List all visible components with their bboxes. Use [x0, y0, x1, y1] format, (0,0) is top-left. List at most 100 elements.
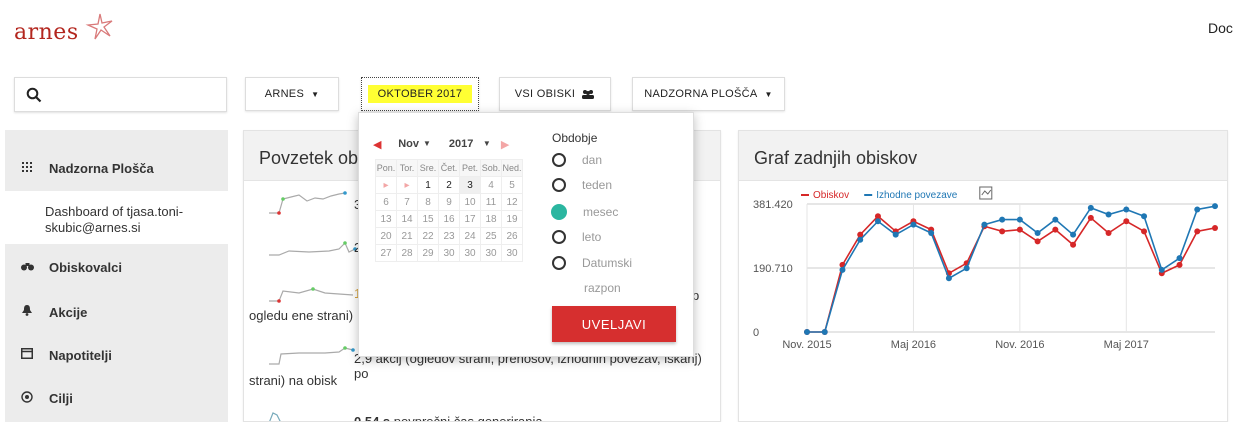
graph-card-title: Graf zadnjih obiskov	[739, 131, 1227, 181]
next-month-icon[interactable]: ▶	[501, 138, 509, 151]
month-caret-icon: ▼	[423, 139, 431, 148]
y-tick-label: 190.710	[753, 263, 793, 275]
data-point	[1123, 206, 1130, 213]
graph-card: Graf zadnjih obiskov 381.420 190.710 0 Nov.…	[738, 130, 1228, 422]
sidebar-item-label: Nadzorna Plošča	[49, 160, 154, 176]
sidebar-item-visitors[interactable]: Obiskovalci	[5, 257, 228, 277]
period-option-label: mesec	[583, 205, 619, 219]
data-point	[1123, 218, 1130, 225]
data-point	[839, 266, 846, 273]
legend-label: Izhodne povezave	[876, 190, 958, 201]
sidebar-item-dashboard[interactable]: Nadzorna Plošča	[5, 158, 228, 178]
x-tick-label: Maj 2016	[891, 339, 936, 351]
calendar-day[interactable]: ▸	[396, 176, 418, 194]
sidebar-item-label: Obiskovalci	[49, 259, 122, 275]
period-option-week[interactable]: teden	[552, 178, 612, 192]
data-point	[1176, 261, 1183, 268]
data-point	[857, 236, 864, 243]
calendar-day: 13	[375, 210, 397, 228]
calendar-day: 16	[438, 210, 460, 228]
grid-icon	[19, 161, 35, 175]
search-icon	[26, 87, 42, 103]
period-option-year[interactable]: leto	[552, 230, 601, 244]
data-point	[945, 275, 952, 282]
radio-icon	[552, 256, 566, 270]
sidebar-item-goals[interactable]: Cilji	[5, 388, 228, 408]
visits-chart[interactable]: 381.420 190.710 0 Nov. 2015 Maj 2016 Nov. 201…	[739, 182, 1229, 422]
data-point	[1034, 238, 1041, 245]
weekday-header: Ned.	[501, 159, 523, 177]
sparkline	[269, 346, 355, 365]
users-icon	[582, 90, 595, 99]
site-selector-button[interactable]: ARNES ▼	[245, 77, 339, 111]
period-option-day[interactable]: dan	[552, 153, 602, 167]
data-point	[1052, 216, 1059, 223]
data-point	[1194, 206, 1201, 213]
date-selector-button[interactable]: OKTOBER 2017	[361, 77, 479, 111]
data-point	[1158, 266, 1165, 273]
period-option-month[interactable]: mesec	[551, 204, 619, 220]
caret-down-icon: ▼	[764, 89, 773, 99]
legend-label: Obiskov	[813, 190, 849, 201]
weekday-header: Tor.	[396, 159, 418, 177]
x-tick-label: Nov. 2015	[782, 339, 831, 351]
user-menu[interactable]: Doc	[1208, 20, 1233, 36]
calendar-day: 30	[480, 244, 502, 262]
radio-icon	[552, 178, 566, 192]
calendar-day: 18	[480, 210, 502, 228]
segment-selector-button[interactable]: VSI OBISKI	[499, 77, 611, 111]
period-option-label: leto	[582, 230, 602, 244]
calendar-day: 14	[396, 210, 418, 228]
arnes-logo[interactable]: arnes	[14, 20, 79, 45]
stat-generation: 0,54 s povprečni čas generiranja	[354, 414, 714, 422]
calendar-day[interactable]: ▸	[375, 176, 397, 194]
data-point	[1016, 216, 1023, 223]
sidebar-item-referrers[interactable]: Napotitelji	[5, 345, 228, 365]
sidebar-item-actions[interactable]: Akcije	[5, 302, 228, 322]
calendar-day: 19	[501, 210, 523, 228]
apply-button[interactable]: UVELJAVI	[552, 306, 676, 342]
search-input[interactable]	[14, 77, 227, 112]
month-select[interactable]: Nov	[393, 138, 419, 151]
weekday-header: Sre.	[417, 159, 439, 177]
calendar-grid: Pon. Tor. Sre. Čet. Pet. Sob. Ned. ▸ ▸ 1 2 3 4 5 6 7 8 9…	[375, 159, 523, 262]
calendar-day: 6	[375, 193, 397, 211]
stat-generation-value: 0,54 s	[354, 414, 391, 422]
calendar-day: 30	[459, 244, 481, 262]
calendar-day: 15	[417, 210, 439, 228]
weekday-header: Čet.	[438, 159, 460, 177]
radio-icon	[552, 230, 566, 244]
calendar-day[interactable]: 2	[438, 176, 460, 194]
data-point	[999, 228, 1006, 235]
data-point	[1176, 255, 1183, 262]
calendar-day: 24	[459, 227, 481, 245]
data-point	[1087, 204, 1094, 211]
calendar-day: 22	[417, 227, 439, 245]
data-point	[1052, 226, 1059, 233]
series-line	[807, 205, 1216, 333]
stat-bounce-tail: p	[692, 288, 700, 303]
weekday-header: Pet.	[459, 159, 481, 177]
year-select[interactable]: 2017	[449, 138, 479, 151]
data-point	[1141, 213, 1148, 220]
sidebar-subitem-dashboard[interactable]: Dashboard of tjasa.toni-skubic@arnes.si	[5, 191, 228, 244]
export-image-icon	[979, 186, 993, 200]
x-tick-label: Nov. 2016	[995, 339, 1044, 351]
data-point	[804, 329, 810, 335]
calendar-day: 10	[459, 193, 481, 211]
dashboard-selector-button[interactable]: NADZORNA PLOŠČA ▼	[632, 77, 785, 111]
calendar-day: 26	[501, 227, 523, 245]
calendar-day: 20	[375, 227, 397, 245]
data-point	[1087, 214, 1094, 221]
sparkline	[269, 412, 281, 421]
period-title: Obdobje	[552, 131, 598, 145]
star-logo-icon	[85, 13, 113, 40]
calendar-day: 11	[480, 193, 502, 211]
binoculars-icon	[19, 260, 35, 274]
y-tick-label: 381.420	[753, 199, 793, 211]
period-option-range[interactable]: Datumski	[552, 256, 632, 270]
prev-month-icon[interactable]: ◀	[373, 138, 393, 151]
sidebar-item-label: Cilji	[49, 390, 73, 406]
data-point	[1016, 226, 1023, 233]
calendar-day[interactable]: 1	[417, 176, 439, 194]
